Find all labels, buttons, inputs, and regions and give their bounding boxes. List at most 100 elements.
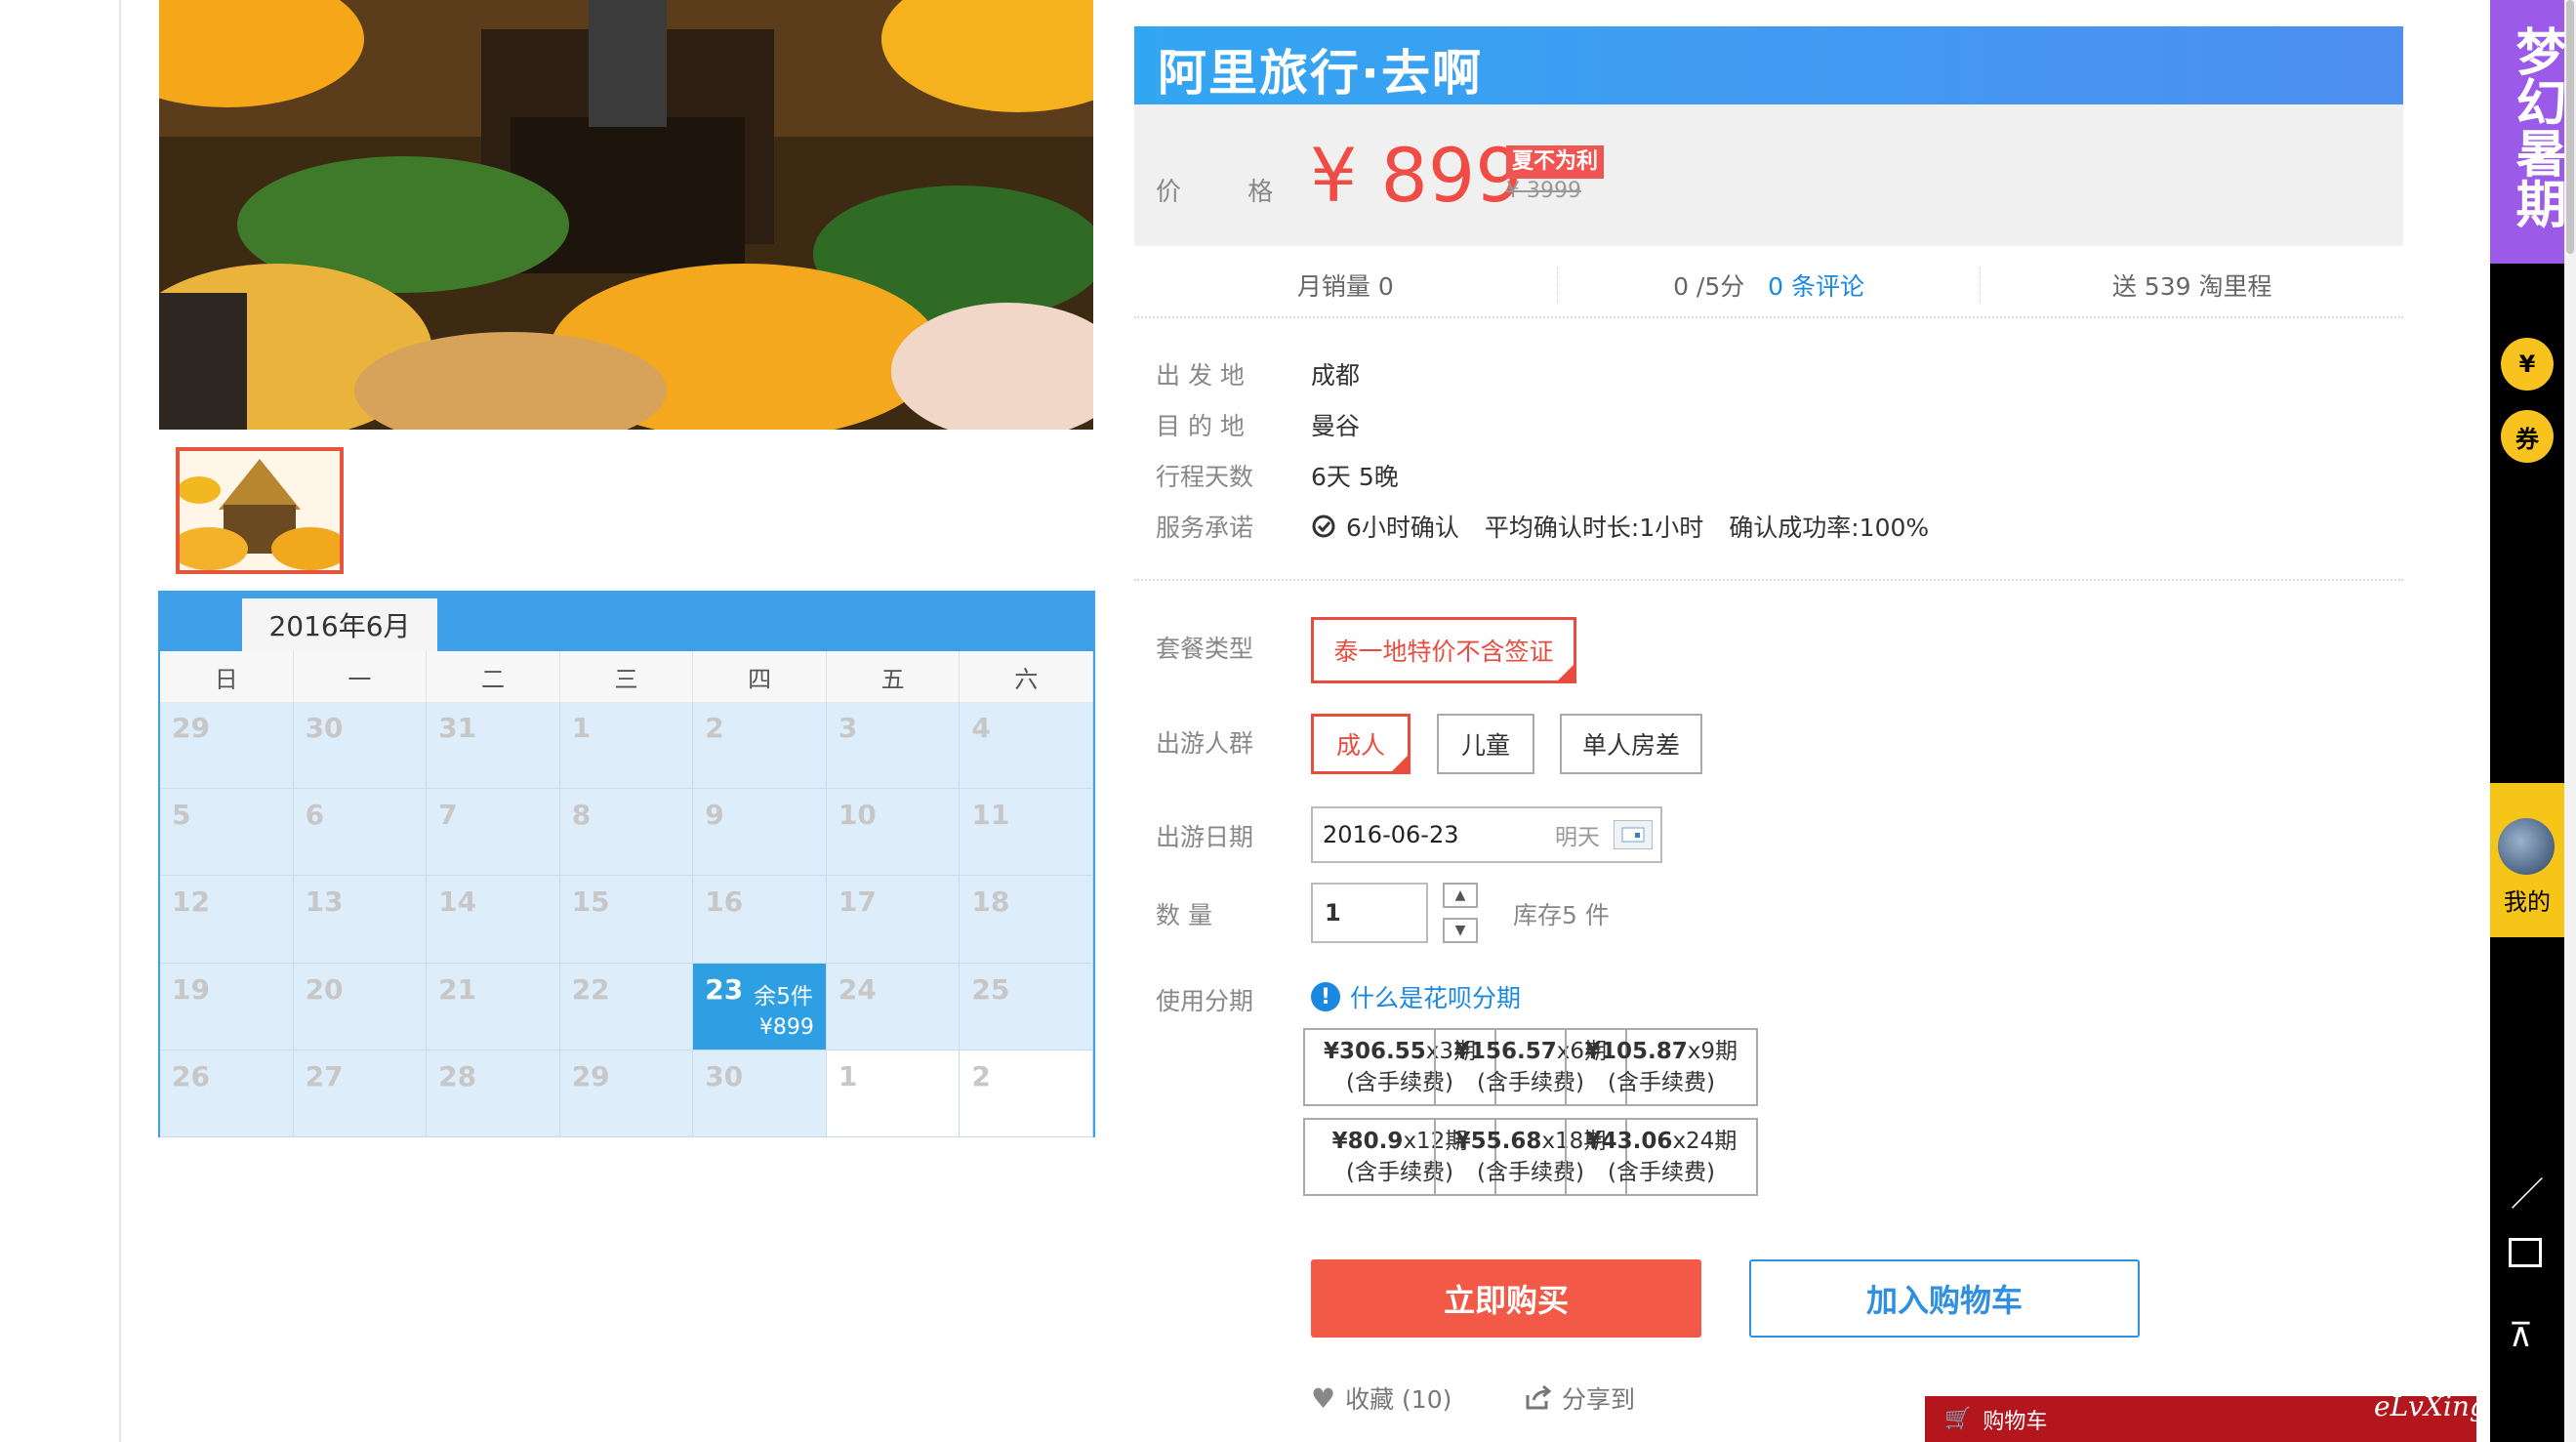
travel-date-value: 2016-06-23: [1323, 821, 1459, 848]
travel-date-label: 出游日期: [1156, 823, 1254, 851]
calendar-day[interactable]: 24: [826, 963, 961, 1051]
calendar-weekdays: 日一二三四五六: [160, 651, 1094, 703]
service-confirm: 6小时确认: [1346, 514, 1459, 542]
calendar-day-number: 24: [838, 972, 877, 1006]
calendar-day-price: ¥899: [758, 1014, 814, 1040]
calendar-day[interactable]: 20: [293, 963, 428, 1051]
installment-help-link[interactable]: 什么是花呗分期: [1350, 979, 1521, 1014]
calendar-weekday: 六: [960, 651, 1094, 702]
quantity-increase-button[interactable]: ▲: [1443, 883, 1478, 908]
my-account-label: 我的: [2504, 888, 2551, 916]
product-thumbnail[interactable]: [176, 447, 344, 574]
calendar-day[interactable]: 11: [960, 789, 1093, 877]
installment-amount: ¥43.06: [1585, 1129, 1673, 1154]
installment-amount: ¥105.87: [1584, 1039, 1688, 1064]
calendar-day[interactable]: 30: [693, 1050, 827, 1137]
red-packet-icon[interactable]: ¥: [2501, 338, 2554, 391]
calendar-day[interactable]: 22: [559, 963, 694, 1051]
calendar-day-stock: 余5件: [754, 983, 813, 1009]
calendar-day[interactable]: 27: [293, 1050, 428, 1137]
installment-amount: ¥55.68: [1454, 1129, 1542, 1154]
quantity-decrease-button[interactable]: ▼: [1443, 918, 1478, 943]
travel-date-hint: 明天: [1555, 825, 1600, 850]
calendar-grid: 29 30 31 1 2 3 4 5 6 7 8 9 10 11 12 13 14 15 16 17 18 19 20 21 2…: [160, 702, 1093, 1137]
cart-icon: 🛒: [1944, 1407, 1972, 1431]
calendar-day[interactable]: 4: [960, 702, 1093, 790]
reviews-link[interactable]: 0 条评论: [1768, 272, 1864, 301]
quantity-input[interactable]: 1: [1311, 883, 1428, 943]
calendar-day[interactable]: 10: [826, 789, 961, 877]
installment-help[interactable]: ! 什么是花呗分期: [1311, 979, 1521, 1014]
buy-now-button[interactable]: 立即购买: [1311, 1259, 1701, 1338]
calendar-day[interactable]: 6: [293, 789, 428, 877]
traveler-option-child[interactable]: 儿童: [1437, 714, 1534, 774]
add-to-cart-button[interactable]: 加入购物车: [1749, 1259, 2140, 1338]
installment-plan-option[interactable]: ¥43.06x24期 (含手续费): [1565, 1118, 1758, 1196]
service-label: 服务承诺: [1156, 514, 1254, 542]
calendar-day[interactable]: 2: [693, 702, 827, 790]
calendar-day[interactable]: 19: [160, 963, 294, 1051]
calendar-day[interactable]: 9: [693, 789, 827, 877]
travel-date-field[interactable]: 2016-06-23 明天: [1311, 806, 1662, 863]
package-label: 套餐类型: [1156, 635, 1254, 663]
share-button[interactable]: 分享到: [1525, 1380, 1635, 1416]
traveler-option-adult[interactable]: 成人: [1311, 714, 1411, 774]
installment-amount: ¥306.55: [1323, 1039, 1426, 1064]
page-scrollbar-thumb[interactable]: [2566, 0, 2574, 254]
coupon-icon[interactable]: 券: [2501, 410, 2554, 463]
calendar-day[interactable]: 28: [427, 1050, 560, 1137]
calendar-day[interactable]: 8: [559, 789, 694, 877]
calendar-day[interactable]: 18: [960, 876, 1093, 964]
mini-cart-label: 购物车: [1983, 1409, 2048, 1434]
calendar-weekday: 三: [560, 651, 694, 702]
stock-text: 库存5 件: [1513, 901, 1610, 929]
service-values: 6小时确认 平均确认时长:1小时 确认成功率:100%: [1311, 509, 1929, 544]
installment-label: 使用分期: [1156, 987, 1254, 1015]
calendar-day[interactable]: 15: [559, 876, 694, 964]
calendar-day-number: 18: [971, 886, 1010, 919]
calendar-icon[interactable]: [1614, 820, 1653, 849]
calendar-day-number: 9: [705, 799, 724, 832]
calendar-day[interactable]: 7: [427, 789, 560, 877]
calendar-day-number: 20: [305, 972, 344, 1006]
mileage-reward: 送 539 淘里程: [2111, 272, 2272, 301]
calendar-day[interactable]: 21: [427, 963, 560, 1051]
calendar-day[interactable]: 29: [559, 1050, 694, 1137]
calendar-day[interactable]: 26: [160, 1050, 294, 1137]
calendar-day[interactable]: 12: [160, 876, 294, 964]
calendar-day[interactable]: 17: [826, 876, 961, 964]
calendar-day[interactable]: 25: [960, 963, 1093, 1051]
edit-icon[interactable]: ／: [2511, 1168, 2544, 1215]
calendar-weekday: 二: [427, 651, 560, 702]
calendar-day[interactable]: 3: [826, 702, 961, 790]
duration-label: 行程天数: [1156, 463, 1254, 491]
calendar-day[interactable]: 30: [293, 702, 428, 790]
calendar-day[interactable]: 14: [427, 876, 560, 964]
price-label: 价 格: [1156, 178, 1303, 207]
original-price: ¥ 3999: [1506, 179, 1581, 203]
favorite-button[interactable]: ♥ 收藏 (10): [1311, 1380, 1452, 1416]
calendar-day-selected[interactable]: 23 余5件 ¥899: [693, 963, 827, 1051]
calendar-day[interactable]: 13: [293, 876, 428, 964]
calendar-day-number: 10: [838, 799, 877, 832]
installment-term: x24期: [1672, 1129, 1738, 1154]
traveler-option-single-room[interactable]: 单人房差: [1560, 714, 1702, 774]
calendar-day[interactable]: 1: [826, 1050, 961, 1137]
my-account-button[interactable]: 我的: [2490, 783, 2564, 937]
calendar-day[interactable]: 2: [960, 1050, 1093, 1137]
calendar-day[interactable]: 1: [559, 702, 694, 790]
brand-title: 阿里旅行·去啊: [1158, 45, 1483, 102]
calendar-day[interactable]: 16: [693, 876, 827, 964]
calendar-day-number: 29: [172, 712, 210, 744]
calendar-month-tab[interactable]: 2016年6月: [242, 598, 437, 651]
installment-plan-option[interactable]: ¥105.87x9期 (含手续费): [1565, 1028, 1758, 1106]
calendar-day[interactable]: 29: [160, 702, 294, 790]
rating-score: 0 /5分: [1673, 272, 1745, 301]
back-to-top-icon[interactable]: ⊼: [2509, 1316, 2533, 1355]
feedback-icon[interactable]: [2509, 1238, 2542, 1267]
calendar-day[interactable]: 5: [160, 789, 294, 877]
calendar-day-number: 2: [971, 1059, 991, 1092]
calendar-day[interactable]: 31: [427, 702, 560, 790]
summer-promo-banner[interactable]: 梦幻暑期: [2490, 0, 2565, 264]
package-option-selected[interactable]: 泰一地特价不含签证: [1311, 617, 1576, 683]
